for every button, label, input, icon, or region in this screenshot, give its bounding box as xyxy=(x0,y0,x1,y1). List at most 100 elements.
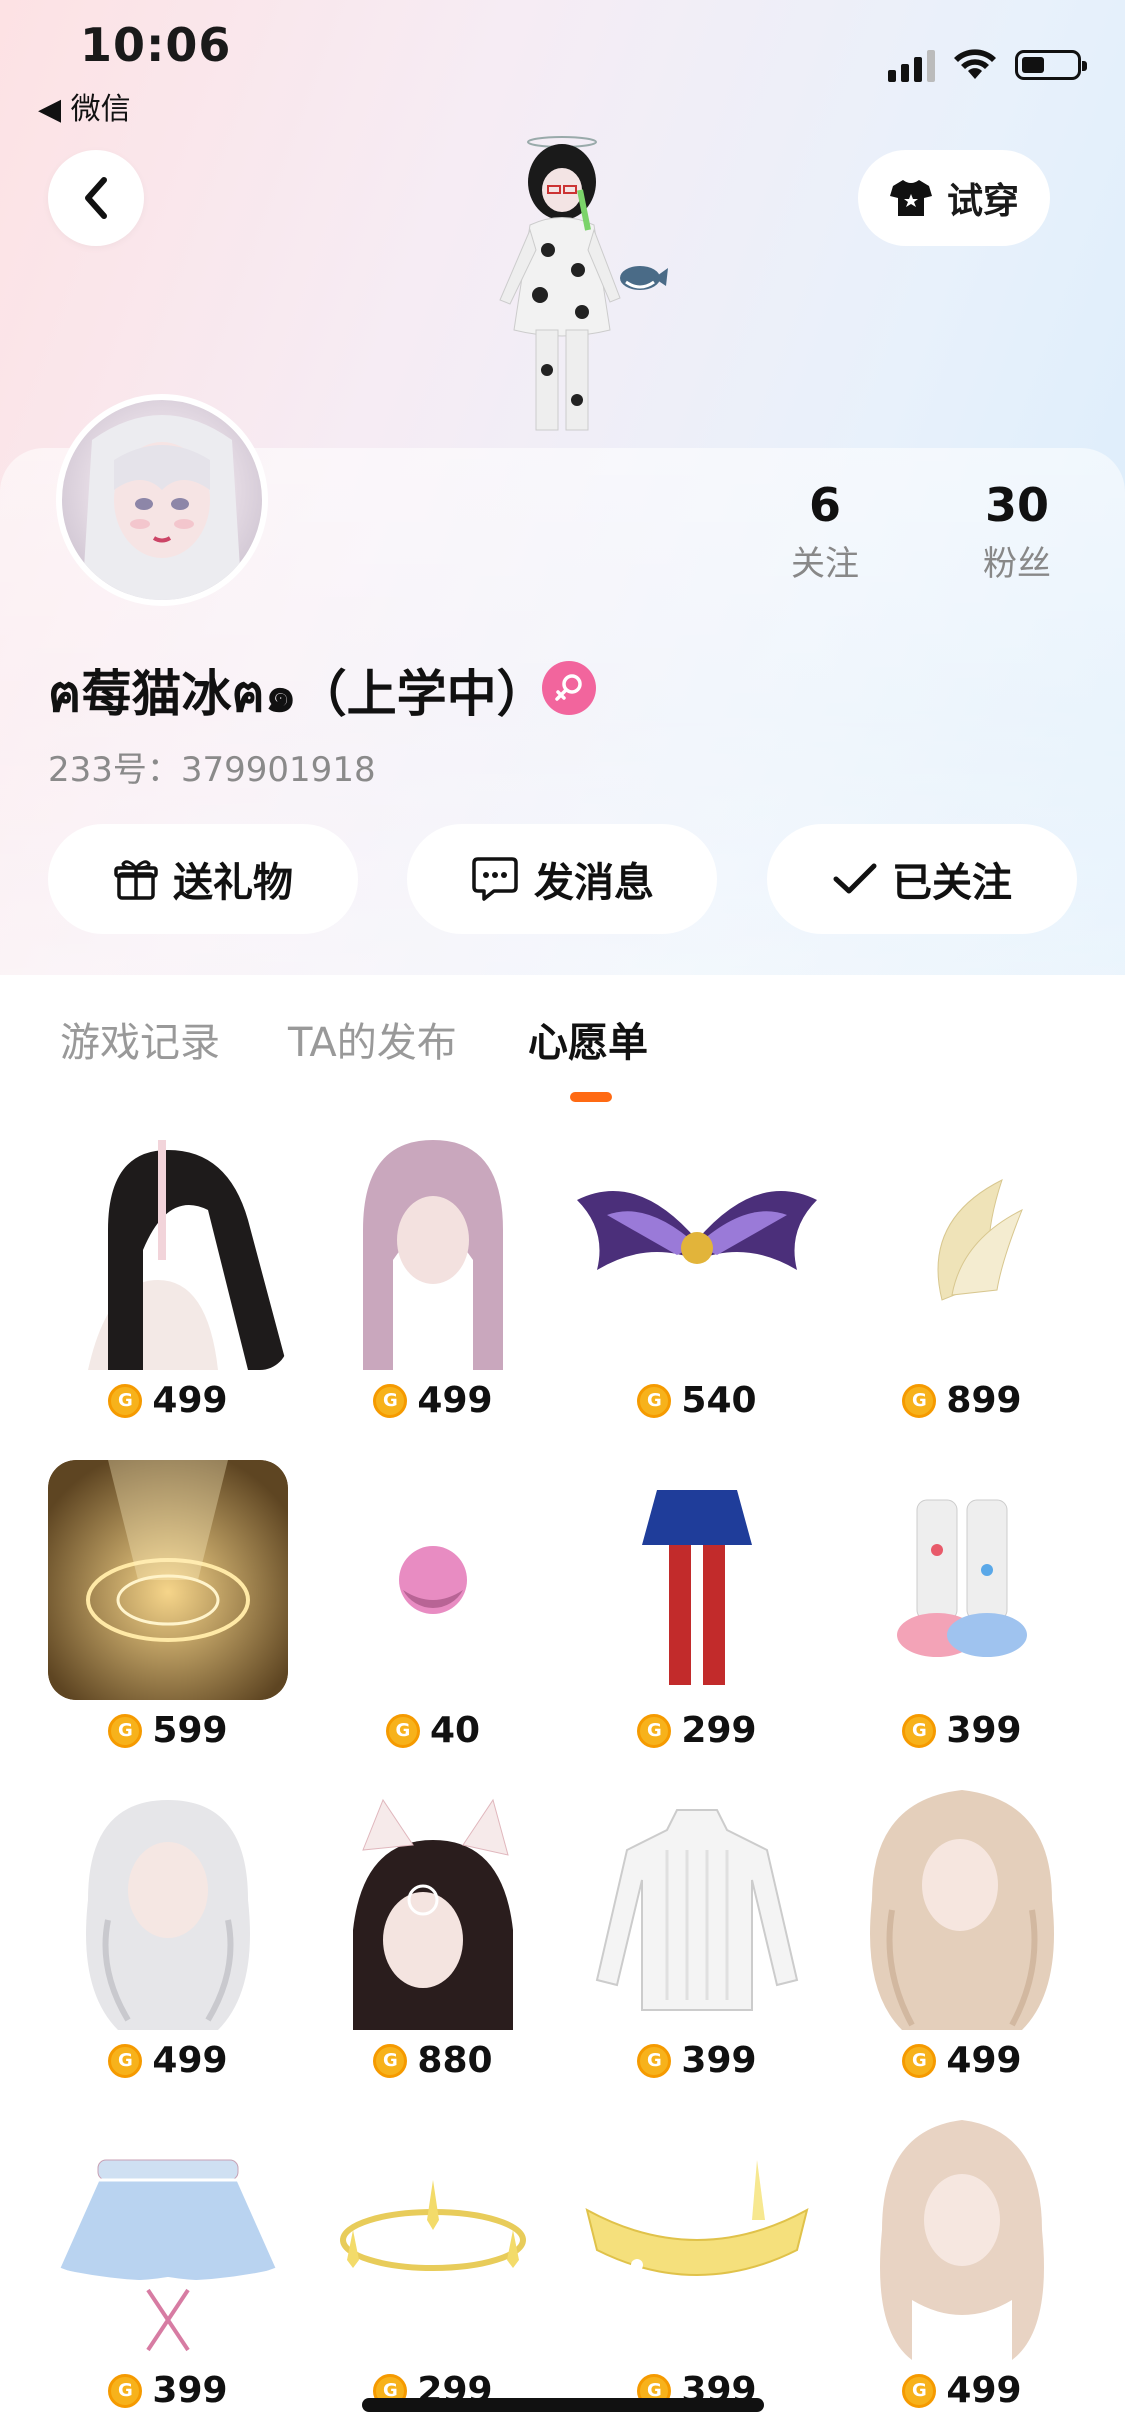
item-price: G 499 xyxy=(842,2040,1082,2081)
item-price: G 499 xyxy=(313,1380,553,1421)
coin-icon: G xyxy=(637,1713,672,1748)
golden-magic-circle-image xyxy=(48,1460,288,1700)
item-price-value: 540 xyxy=(681,1380,757,1421)
wishlist-item[interactable]: G 499 xyxy=(48,1130,288,1430)
battery-icon xyxy=(1015,50,1087,80)
wishlist-item[interactable]: G 499 xyxy=(842,2120,1082,2420)
skirt-red-stockings-image xyxy=(577,1460,817,1700)
tshirt-icon xyxy=(889,180,932,216)
wishlist-item[interactable]: G 399 xyxy=(577,2120,817,2420)
wishlist-item[interactable]: G 399 xyxy=(48,2120,288,2420)
wishlist-item[interactable]: G 399 xyxy=(577,1790,817,2090)
item-price-value: 499 xyxy=(417,1380,493,1421)
wishlist-item[interactable]: G 399 xyxy=(842,1460,1082,1760)
tab-game-records[interactable]: 游戏记录 xyxy=(60,1010,220,1068)
followed-button[interactable]: 已关注 xyxy=(767,824,1077,934)
pastel-boots-image xyxy=(842,1460,1082,1700)
following-stat[interactable]: 6 关注 xyxy=(755,478,895,585)
tab-posts[interactable]: TA的发布 xyxy=(288,1010,457,1068)
item-price: G 399 xyxy=(577,2040,817,2081)
username: ฅ莓猫冰ฅ๑（上学中） xyxy=(48,665,547,723)
back-button[interactable] xyxy=(48,150,144,246)
coin-icon: G xyxy=(373,2043,408,2078)
wishlist-item[interactable]: G 499 xyxy=(842,1790,1082,2090)
wishlist-item[interactable]: G 499 xyxy=(313,1130,553,1430)
cat-ear-hair-image xyxy=(313,1790,553,2030)
item-price-value: 399 xyxy=(681,2040,757,2081)
item-price: G 599 xyxy=(48,1710,288,1751)
item-price: G 299 xyxy=(577,1710,817,1751)
pink-ball-image xyxy=(313,1460,553,1700)
item-price: G 399 xyxy=(48,2370,288,2411)
signal-icon xyxy=(888,48,935,82)
item-price: G 540 xyxy=(577,1380,817,1421)
coin-icon: G xyxy=(108,1383,143,1418)
try-on-button[interactable]: 试穿 xyxy=(858,150,1050,246)
active-tab-indicator xyxy=(570,1092,612,1102)
status-icons xyxy=(888,48,1087,82)
back-to-app-link[interactable]: ◀ 微信 xyxy=(38,84,131,128)
blonde-wavy-hair-image xyxy=(842,1790,1082,2030)
tab-wishlist[interactable]: 心愿单 xyxy=(528,1010,648,1068)
send-gift-button[interactable]: 送礼物 xyxy=(48,824,358,934)
item-price-value: 499 xyxy=(946,2040,1022,2081)
item-price-value: 40 xyxy=(429,1710,481,1751)
golden-crown-band-image xyxy=(577,2120,817,2360)
checkmark-icon xyxy=(833,863,877,894)
item-price-value: 299 xyxy=(681,1710,757,1751)
avatar-image xyxy=(82,415,242,600)
item-price: G 399 xyxy=(842,1710,1082,1751)
coin-icon: G xyxy=(637,2043,672,2078)
item-price-value: 899 xyxy=(946,1380,1022,1421)
item-price: G 880 xyxy=(313,2040,553,2081)
following-count: 6 xyxy=(808,478,841,532)
blue-tutu-skirt-image xyxy=(48,2120,288,2360)
wishlist-item[interactable]: G 899 xyxy=(842,1130,1082,1430)
cream-long-hair-image xyxy=(842,2120,1082,2360)
followers-count: 30 xyxy=(984,478,1049,532)
item-price: G 499 xyxy=(842,2370,1082,2411)
coin-icon: G xyxy=(108,2043,143,2078)
coin-icon: G xyxy=(373,1383,408,1418)
item-price-value: 499 xyxy=(152,2040,228,2081)
followed-label: 已关注 xyxy=(892,860,1012,906)
send-message-button[interactable]: 发消息 xyxy=(407,824,717,934)
try-on-label: 试穿 xyxy=(946,181,1019,222)
item-price-value: 880 xyxy=(417,2040,493,2081)
send-gift-label: 送礼物 xyxy=(173,860,293,906)
status-time: 10:06 xyxy=(80,18,232,72)
white-knit-dress-image xyxy=(577,1790,817,2030)
feather-hair-clip-image xyxy=(842,1130,1082,1370)
wifi-icon xyxy=(954,49,996,79)
home-indicator[interactable] xyxy=(362,2398,764,2412)
coin-icon: G xyxy=(902,2043,937,2078)
wishlist-item[interactable]: G 40 xyxy=(313,1460,553,1760)
send-message-label: 发消息 xyxy=(534,860,654,906)
item-price-value: 499 xyxy=(946,2370,1022,2411)
wishlist-item[interactable]: G 540 xyxy=(577,1130,817,1430)
user-id: 233号：379901918 xyxy=(48,750,376,790)
item-price-value: 399 xyxy=(946,1710,1022,1751)
item-price-value: 599 xyxy=(152,1710,228,1751)
item-price: G 499 xyxy=(48,2040,288,2081)
chat-bubble-icon xyxy=(472,857,518,901)
wishlist-item[interactable]: G 299 xyxy=(313,2120,553,2420)
wishlist-item[interactable]: G 499 xyxy=(48,1790,288,2090)
wishlist-item[interactable]: G 599 xyxy=(48,1460,288,1760)
wishlist-item[interactable]: G 880 xyxy=(313,1790,553,2090)
wishlist-item[interactable]: G 299 xyxy=(577,1460,817,1760)
coin-icon: G xyxy=(385,1713,420,1748)
item-price: G 499 xyxy=(48,1380,288,1421)
coin-icon: G xyxy=(902,2373,937,2408)
followers-stat[interactable]: 30 粉丝 xyxy=(947,478,1087,585)
silver-wavy-hair-image xyxy=(48,1790,288,2030)
coin-icon: G xyxy=(902,1713,937,1748)
purple-wings-image xyxy=(577,1130,817,1370)
golden-halo-image xyxy=(313,2120,553,2360)
item-price: G 40 xyxy=(313,1710,553,1751)
following-label: 关注 xyxy=(791,544,859,584)
item-price: G 899 xyxy=(842,1380,1082,1421)
coin-icon: G xyxy=(902,1383,937,1418)
avatar[interactable] xyxy=(56,394,268,606)
avatar-figure-image[interactable] xyxy=(470,130,670,450)
